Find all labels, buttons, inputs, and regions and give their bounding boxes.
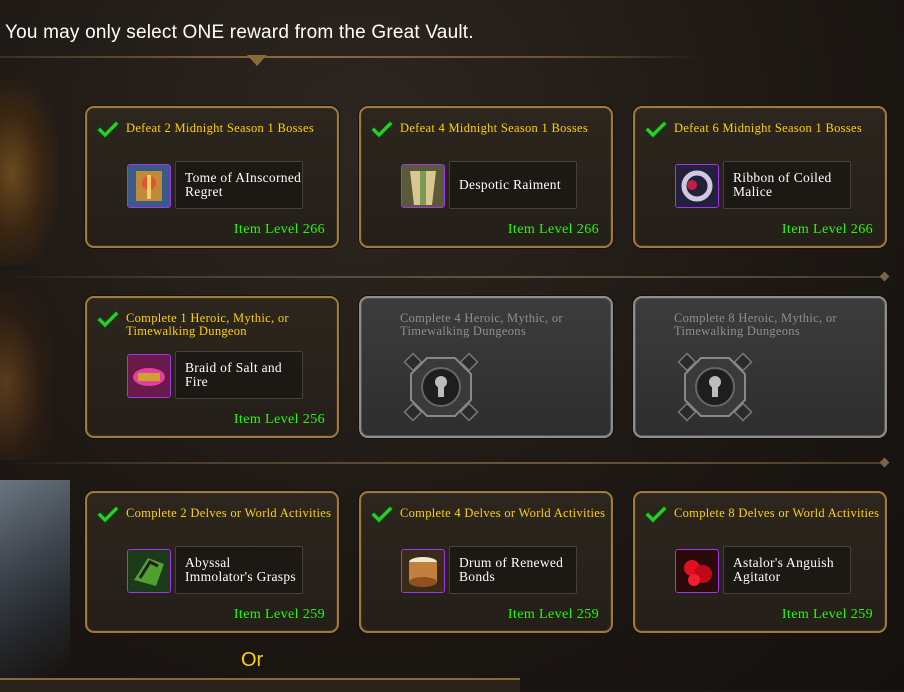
- item-level: Item Level 256: [233, 412, 325, 427]
- drum-icon: [401, 549, 445, 593]
- belt-icon: [127, 354, 171, 398]
- checkmark-icon: [644, 505, 668, 525]
- vault-instructions: You may only select ONE reward from the …: [5, 22, 474, 43]
- gauntlets-icon: [127, 549, 171, 593]
- reward-item[interactable]: Drum of Renewed Bonds: [401, 546, 579, 596]
- slot-requirement: Complete 4 Heroic, Mythic, or Timewalkin…: [400, 311, 563, 338]
- checkmark-icon: [370, 505, 394, 525]
- checkmark-icon: [644, 120, 668, 140]
- lock-icon: [677, 352, 753, 422]
- item-name: Drum of Renewed Bonds: [459, 555, 564, 584]
- checkmark-icon: [96, 120, 120, 140]
- item-name: Abyssal Immolator's Grasps: [185, 555, 296, 584]
- header-divider: [0, 56, 700, 58]
- item-level: Item Level 266: [233, 222, 325, 237]
- reward-item[interactable]: Astalor's Anguish Agitator: [675, 546, 853, 596]
- slot-requirement: Defeat 6 Midnight Season 1 Bosses: [674, 121, 863, 135]
- item-name-box: Despotic Raiment: [449, 161, 577, 209]
- reward-item[interactable]: Tome of AInscorned Regret: [127, 161, 305, 211]
- world-reward-slot-3[interactable]: Complete 8 Delves or World Activities As…: [633, 491, 887, 633]
- raid-art: [0, 80, 58, 265]
- world-reward-slot-2[interactable]: Complete 4 Delves or World Activities Dr…: [359, 491, 613, 633]
- dungeon-art: [0, 290, 52, 460]
- item-name-box: Astalor's Anguish Agitator: [723, 546, 851, 594]
- raid-reward-slot-3[interactable]: Defeat 6 Midnight Season 1 Bosses Ribbon…: [633, 106, 887, 248]
- item-name-box: Braid of Salt and Fire: [175, 351, 303, 399]
- slot-requirement: Defeat 2 Midnight Season 1 Bosses: [126, 121, 315, 135]
- header-notch: [247, 55, 267, 66]
- item-level: Item Level 259: [507, 607, 599, 622]
- raid-reward-slot-2[interactable]: Defeat 4 Midnight Season 1 Bosses Despot…: [359, 106, 613, 248]
- item-level: Item Level 266: [507, 222, 599, 237]
- checkmark-icon: [96, 505, 120, 525]
- or-label: Or: [241, 649, 264, 671]
- gem-icon: [675, 549, 719, 593]
- reward-item[interactable]: Abyssal Immolator's Grasps: [127, 546, 305, 596]
- slot-requirement: Complete 8 Heroic, Mythic, or Timewalkin…: [674, 311, 837, 338]
- slot-requirement: Complete 2 Delves or World Activities: [126, 506, 332, 520]
- item-name-box: Tome of AInscorned Regret: [175, 161, 303, 209]
- lock-icon: [403, 352, 479, 422]
- world-reward-slot-1[interactable]: Complete 2 Delves or World Activities Ab…: [85, 491, 339, 633]
- item-name-box: Abyssal Immolator's Grasps: [175, 546, 303, 594]
- item-name: Tome of AInscorned Regret: [185, 170, 302, 199]
- reward-item[interactable]: Ribbon of Coiled Malice: [675, 161, 853, 211]
- item-level: Item Level 259: [233, 607, 325, 622]
- item-name: Astalor's Anguish Agitator: [733, 555, 834, 584]
- robe-icon: [401, 164, 445, 208]
- slot-requirement: Complete 1 Heroic, Mythic, or Timewalkin…: [126, 311, 289, 338]
- dungeon-reward-slot-2: Complete 4 Heroic, Mythic, or Timewalkin…: [359, 296, 613, 438]
- ring-icon: [675, 164, 719, 208]
- item-level: Item Level 259: [781, 607, 873, 622]
- item-level: Item Level 266: [781, 222, 873, 237]
- row-art-strip: [0, 60, 70, 690]
- item-name-box: Drum of Renewed Bonds: [449, 546, 577, 594]
- tome-icon: [127, 164, 171, 208]
- checkmark-icon: [96, 310, 120, 330]
- row-divider: [0, 276, 888, 278]
- dungeon-reward-slot-1[interactable]: Complete 1 Heroic, Mythic, or Timewalkin…: [85, 296, 339, 438]
- reward-item[interactable]: Despotic Raiment: [401, 161, 579, 211]
- checkmark-icon: [370, 120, 394, 140]
- reward-item[interactable]: Braid of Salt and Fire: [127, 351, 305, 401]
- slot-requirement: Defeat 4 Midnight Season 1 Bosses: [400, 121, 589, 135]
- slot-requirement: Complete 4 Delves or World Activities: [400, 506, 606, 520]
- item-name: Despotic Raiment: [459, 177, 561, 192]
- item-name: Braid of Salt and Fire: [185, 360, 282, 389]
- slot-requirement: Complete 8 Delves or World Activities: [674, 506, 880, 520]
- item-name: Ribbon of Coiled Malice: [733, 170, 832, 199]
- world-art: [0, 480, 70, 680]
- item-name-box: Ribbon of Coiled Malice: [723, 161, 851, 209]
- raid-reward-slot-1[interactable]: Defeat 2 Midnight Season 1 Bosses Tome o…: [85, 106, 339, 248]
- dungeon-reward-slot-3: Complete 8 Heroic, Mythic, or Timewalkin…: [633, 296, 887, 438]
- row-divider: [0, 462, 888, 464]
